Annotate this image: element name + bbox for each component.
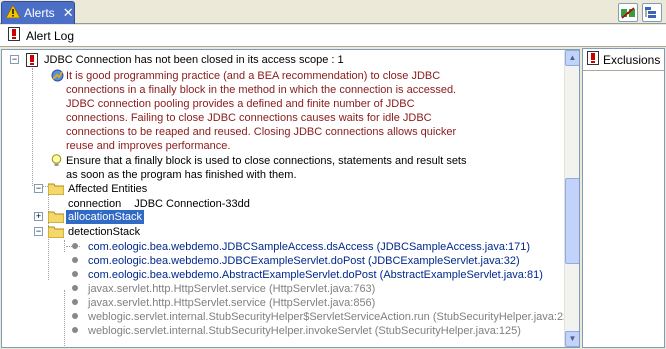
collapse-toggle[interactable]: − bbox=[34, 184, 43, 193]
stack-frame-row[interactable]: weblogic.servlet.internal.StubSecurityHe… bbox=[72, 324, 521, 338]
stack-frame-row[interactable]: com.eologic.bea.webdemo.JDBCExampleServl… bbox=[72, 254, 520, 268]
lightbulb-icon bbox=[51, 154, 62, 171]
exclusions-pane: Exclusions bbox=[582, 48, 665, 348]
alert-log-icon bbox=[8, 27, 20, 44]
alert-warning-icon bbox=[5, 4, 21, 21]
entity-key: connection bbox=[68, 198, 122, 210]
description-line: connections in a finally block in the me… bbox=[66, 84, 457, 96]
error-item-icon bbox=[26, 53, 38, 71]
scroll-up-icon[interactable]: ▲ bbox=[565, 50, 579, 66]
description-line: connections to be reaped and reused. Clo… bbox=[66, 126, 457, 138]
tab-alerts[interactable]: Alerts ✕ bbox=[1, 1, 75, 24]
stack-frame-icon bbox=[72, 271, 78, 278]
stack-frame-icon bbox=[72, 243, 78, 250]
stack-frame-text: com.eologic.bea.webdemo.AbstractExampleS… bbox=[88, 269, 543, 281]
alert-tree: − JDBC Connection has not been closed in… bbox=[1, 49, 580, 348]
node-label: detectionStack bbox=[68, 226, 141, 238]
stack-frame-row[interactable]: weblogic.servlet.internal.StubSecurityHe… bbox=[72, 310, 569, 324]
tip-line: as soon as the program has finished with… bbox=[66, 169, 297, 181]
stack-frame-icon bbox=[72, 257, 78, 264]
stack-frame-text: com.eologic.bea.webdemo.JDBCExampleServl… bbox=[88, 255, 520, 267]
view-tab-bar: Alerts ✕ bbox=[0, 0, 666, 24]
vertical-scrollbar[interactable]: ▲ ▼ bbox=[564, 50, 579, 347]
info-icon bbox=[51, 69, 64, 85]
close-icon[interactable]: ✕ bbox=[63, 5, 74, 21]
node-label-selected: allocationStack bbox=[66, 210, 144, 224]
stack-frame-text: com.eologic.bea.webdemo.JDBCSampleAccess… bbox=[88, 241, 531, 253]
stack-frame-row[interactable]: com.eologic.bea.webdemo.AbstractExampleS… bbox=[72, 268, 543, 282]
node-label: Affected Entities bbox=[68, 183, 148, 195]
scroll-thumb[interactable] bbox=[565, 178, 579, 264]
description-line: It is good programming practice (and a B… bbox=[66, 70, 441, 82]
stack-frame-text: weblogic.servlet.internal.StubSecurityHe… bbox=[88, 311, 570, 323]
expand-toggle[interactable]: + bbox=[34, 212, 43, 221]
tip-line: Ensure that a finally block is used to c… bbox=[66, 155, 467, 167]
entity-row-connection[interactable]: connection JDBC Connection-33dd bbox=[68, 197, 250, 211]
stack-frame-text: javax.servlet.http.HttpServlet.service (… bbox=[88, 297, 376, 309]
collapse-toggle[interactable]: − bbox=[34, 227, 43, 236]
stack-frame-icon bbox=[72, 313, 78, 320]
stack-frame-icon bbox=[72, 285, 78, 292]
stack-frame-row[interactable]: javax.servlet.http.HttpServlet.service (… bbox=[72, 296, 375, 310]
exclusions-header[interactable]: Exclusions bbox=[583, 49, 664, 71]
alert-log-title: Alert Log bbox=[26, 28, 75, 43]
root-title: JDBC Connection has not been closed in i… bbox=[44, 54, 344, 66]
folder-icon bbox=[47, 225, 65, 242]
exclusions-title: Exclusions bbox=[603, 52, 661, 67]
link-toggle-icon[interactable] bbox=[618, 3, 638, 22]
tab-label: Alerts bbox=[24, 6, 55, 20]
stack-frame-row[interactable]: javax.servlet.http.HttpServlet.service (… bbox=[72, 282, 375, 296]
collapse-toggle[interactable]: − bbox=[10, 55, 19, 64]
description-line: connections. Failing to close JDBC conne… bbox=[66, 112, 432, 124]
description-line: reuse and improves performance. bbox=[66, 140, 231, 152]
alert-log-header: Alert Log bbox=[0, 25, 666, 47]
stack-frame-icon bbox=[72, 299, 78, 306]
scroll-down-icon[interactable]: ▼ bbox=[565, 331, 579, 347]
stack-frame-row[interactable]: com.eologic.bea.webdemo.JDBCSampleAccess… bbox=[72, 240, 530, 254]
stack-frame-icon bbox=[72, 327, 78, 334]
view-menu-icon[interactable] bbox=[642, 3, 662, 22]
entity-value: JDBC Connection-33dd bbox=[134, 198, 250, 210]
error-item-icon bbox=[587, 51, 599, 68]
stack-frame-text: weblogic.servlet.internal.StubSecurityHe… bbox=[88, 325, 521, 337]
stack-frame-text: javax.servlet.http.HttpServlet.service (… bbox=[88, 283, 376, 295]
folder-icon bbox=[47, 182, 65, 199]
description-line: JDBC connection pooling provides a defin… bbox=[66, 98, 415, 110]
